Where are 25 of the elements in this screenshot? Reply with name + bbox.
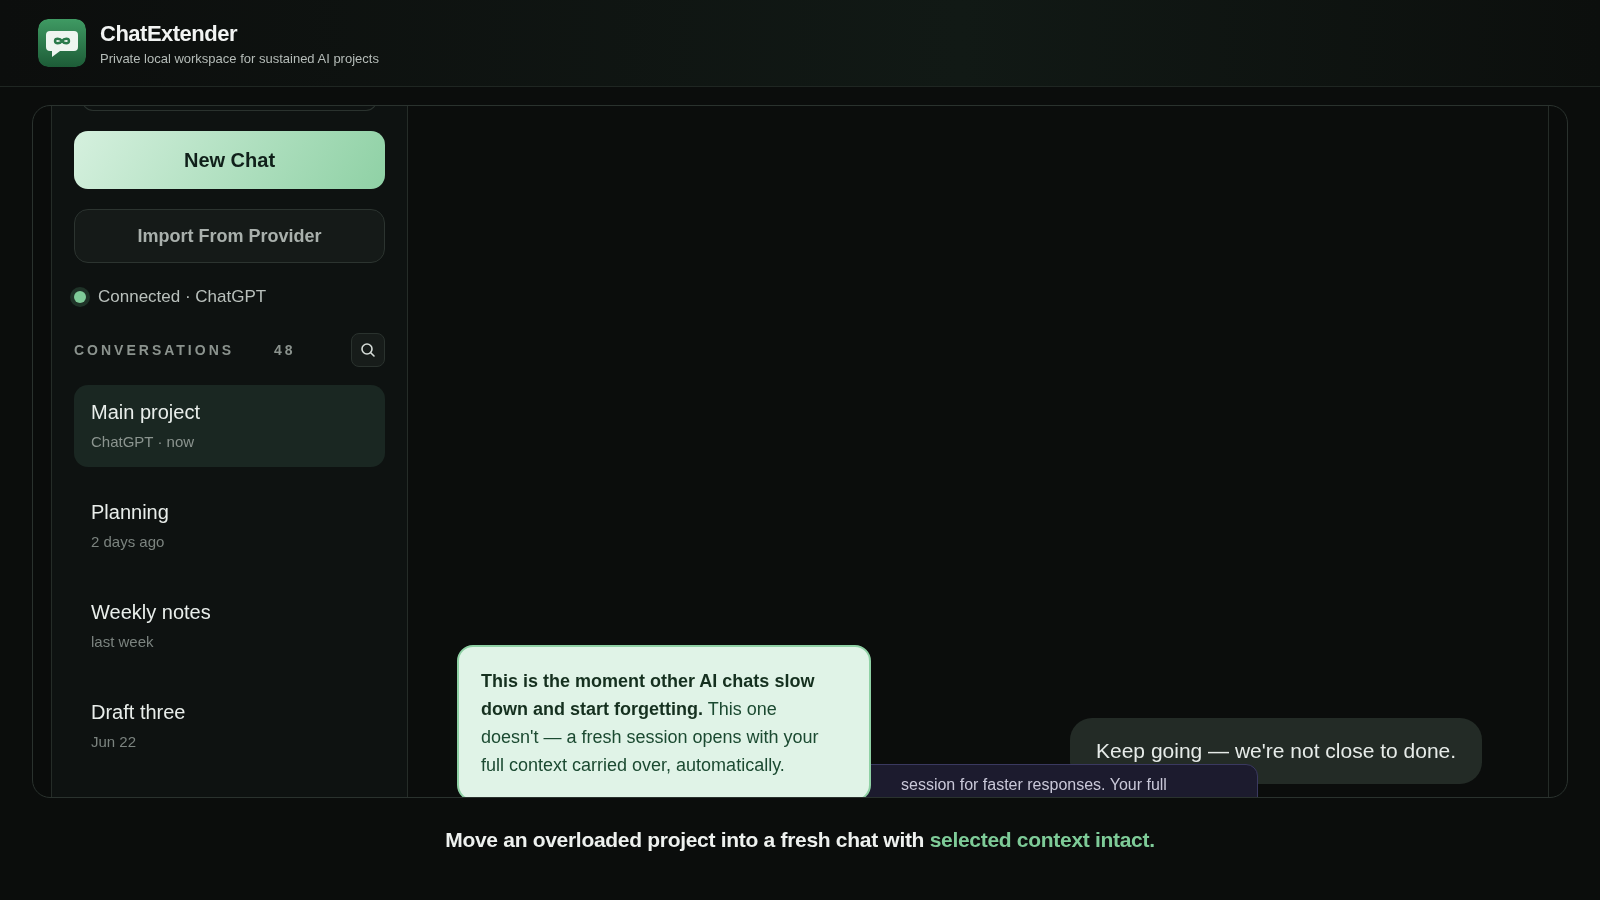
import-button[interactable]: Import From Provider	[74, 209, 385, 263]
conversation-meta: 2 days ago	[91, 533, 166, 550]
search-button[interactable]	[351, 333, 385, 367]
search-icon	[360, 342, 376, 358]
app-title: ChatExtender	[100, 20, 239, 47]
caption-text: Move an overloaded project into a fresh chat with selected context intact.	[444, 828, 1156, 852]
conversation-meta: Jun 22	[91, 733, 138, 750]
conversation-meta: last week	[91, 633, 155, 650]
conversation-title: Main project	[91, 401, 201, 424]
conversation-title: Draft three	[91, 701, 187, 724]
conversation-item[interactable]: Weekly notes last week	[74, 585, 385, 667]
notice-text: session for faster responses. Your full	[901, 776, 1167, 793]
conversation-title: Planning	[91, 501, 170, 524]
conversation-title: Weekly notes	[91, 601, 212, 624]
connection-status: Connected · ChatGPT	[98, 287, 267, 307]
conversation-item[interactable]: Main project ChatGPT · now	[74, 385, 385, 467]
app-subtitle: Private local workspace for sustained AI projects	[100, 50, 379, 66]
conversation-meta: ChatGPT · now	[91, 433, 196, 450]
conversation-item[interactable]: Planning 2 days ago	[74, 485, 385, 567]
new-chat-button[interactable]: New Chat	[74, 131, 385, 189]
tooltip: This is the moment other AI chats slow down and start forgetting. This one doesn't — a fresh session opens with your full context carried over, automatically.	[457, 645, 871, 797]
conversation-item[interactable]: Draft three Jun 22	[74, 685, 385, 767]
section-heading: CONVERSATIONS	[74, 342, 236, 358]
app-logo-icon	[38, 19, 86, 67]
conversation-count: 48	[274, 342, 297, 358]
